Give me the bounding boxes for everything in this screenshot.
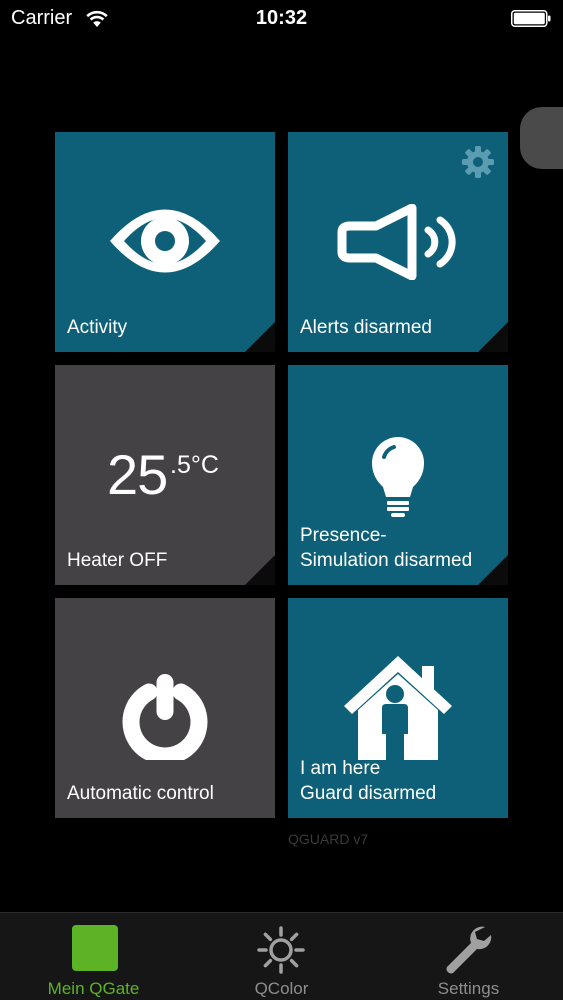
tab-mein-qgate[interactable]: Mein QGate xyxy=(0,913,187,1000)
house-person-icon xyxy=(344,656,452,760)
presence-simulation-tile[interactable]: Presence- Simulation disarmed xyxy=(288,365,508,585)
tab-label: Settings xyxy=(437,979,500,998)
corner-fold-icon xyxy=(245,322,275,352)
power-icon xyxy=(122,674,208,760)
corner-fold-icon xyxy=(478,555,508,585)
tab-label: QColor xyxy=(254,979,309,998)
presence-simulation-label: Presence- Simulation disarmed xyxy=(300,523,472,573)
presence-label-line1: Presence- xyxy=(300,525,387,546)
side-menu-handle[interactable] xyxy=(520,107,563,169)
guard-label-line1: I am here xyxy=(300,758,381,779)
battery-icon xyxy=(511,10,551,27)
temperature-decimal: .5°C xyxy=(170,451,219,479)
alerts-label: Alerts disarmed xyxy=(300,317,432,338)
eye-icon xyxy=(110,209,220,273)
sun-icon xyxy=(257,926,305,974)
temperature-value: 25 xyxy=(107,443,168,506)
guard-tile[interactable]: I am here Guard disarmed xyxy=(288,598,508,818)
tab-bar: Mein QGate QColor Settings xyxy=(0,912,563,1000)
speaker-icon xyxy=(337,204,456,280)
alerts-tile[interactable]: Alerts disarmed xyxy=(288,132,508,352)
corner-fold-icon xyxy=(245,555,275,585)
heater-tile[interactable]: 25 .5°C Heater OFF xyxy=(55,365,275,585)
automatic-control-tile[interactable]: Automatic control xyxy=(55,598,275,818)
tab-qcolor[interactable]: QColor xyxy=(188,913,375,1000)
activity-label: Activity xyxy=(67,317,128,338)
presence-label-line2: Simulation disarmed xyxy=(300,550,473,571)
automatic-control-label: Automatic control xyxy=(67,783,214,804)
status-bar: Carrier 10:32 xyxy=(0,0,563,38)
heater-label: Heater OFF xyxy=(67,550,168,571)
guard-label: I am here Guard disarmed xyxy=(300,756,436,806)
corner-fold-icon xyxy=(478,322,508,352)
status-time: 10:32 xyxy=(255,7,308,29)
square-icon xyxy=(72,925,118,971)
gear-icon[interactable] xyxy=(460,144,496,180)
tab-label: Mein QGate xyxy=(47,979,140,998)
lightbulb-icon xyxy=(372,437,424,517)
guard-label-line2: Guard disarmed xyxy=(300,783,437,804)
wrench-icon xyxy=(446,926,492,974)
version-label: QGUARD v7 xyxy=(288,831,369,847)
activity-tile[interactable]: Activity xyxy=(55,132,275,352)
tab-settings[interactable]: Settings xyxy=(375,913,562,1000)
